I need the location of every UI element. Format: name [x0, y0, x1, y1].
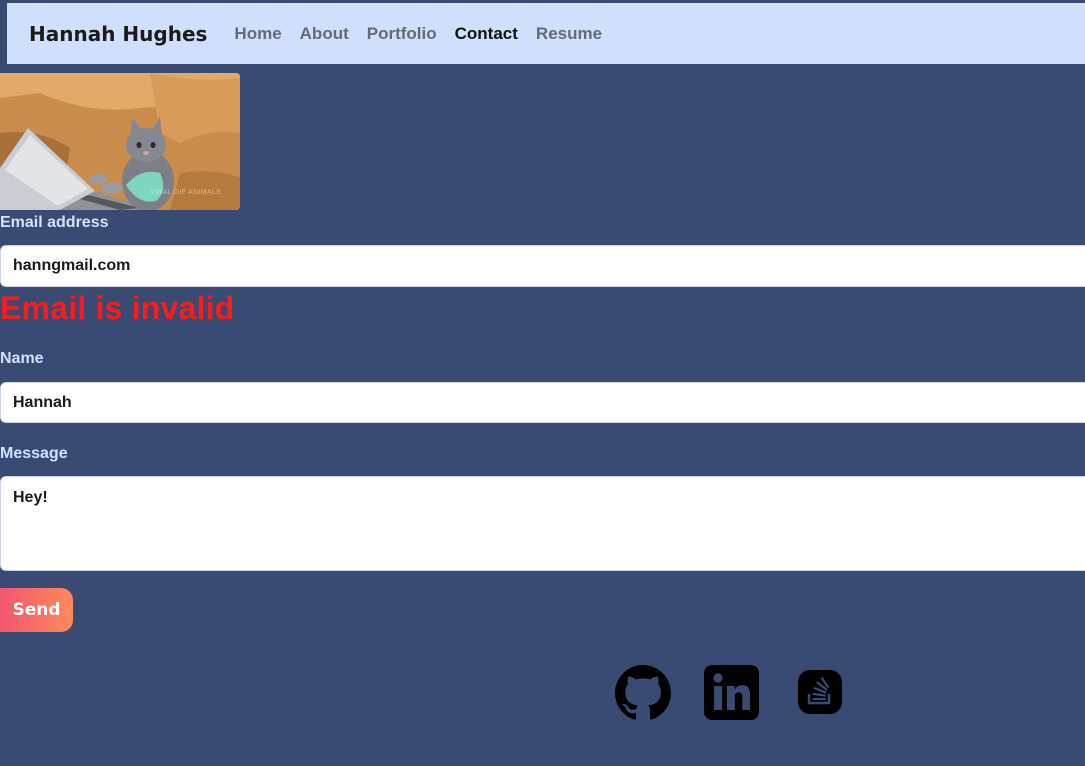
nav-link-portfolio[interactable]: Portfolio: [367, 24, 437, 44]
name-label: Name: [0, 350, 44, 367]
brand-link[interactable]: Hannah Hughes: [29, 22, 207, 46]
linkedin-link[interactable]: [704, 665, 759, 725]
linkedin-icon: [704, 665, 759, 720]
navbar: Hannah Hughes Home About Portfolio Conta…: [7, 3, 1085, 64]
name-input[interactable]: [0, 382, 1085, 423]
github-link[interactable]: [615, 665, 671, 726]
gif-watermark: VIRAL GIF ANIMALS: [150, 189, 221, 196]
nav-link-resume[interactable]: Resume: [536, 24, 602, 44]
cat-laptop-gif: VIRAL GIF ANIMALS: [0, 73, 240, 210]
stackoverflow-icon: [798, 670, 842, 714]
send-button[interactable]: Send: [0, 588, 73, 632]
stackoverflow-link[interactable]: [798, 670, 842, 719]
nav-link-contact[interactable]: Contact: [455, 24, 518, 44]
github-icon: [615, 665, 671, 720]
email-error-message: Email is invalid: [0, 290, 235, 326]
nav-link-home[interactable]: Home: [234, 24, 281, 44]
email-input[interactable]: [0, 245, 1085, 287]
message-label: Message: [0, 445, 68, 462]
message-textarea[interactable]: Hey!: [0, 476, 1085, 571]
email-label: Email address: [0, 214, 109, 231]
nav-link-about[interactable]: About: [300, 24, 349, 44]
